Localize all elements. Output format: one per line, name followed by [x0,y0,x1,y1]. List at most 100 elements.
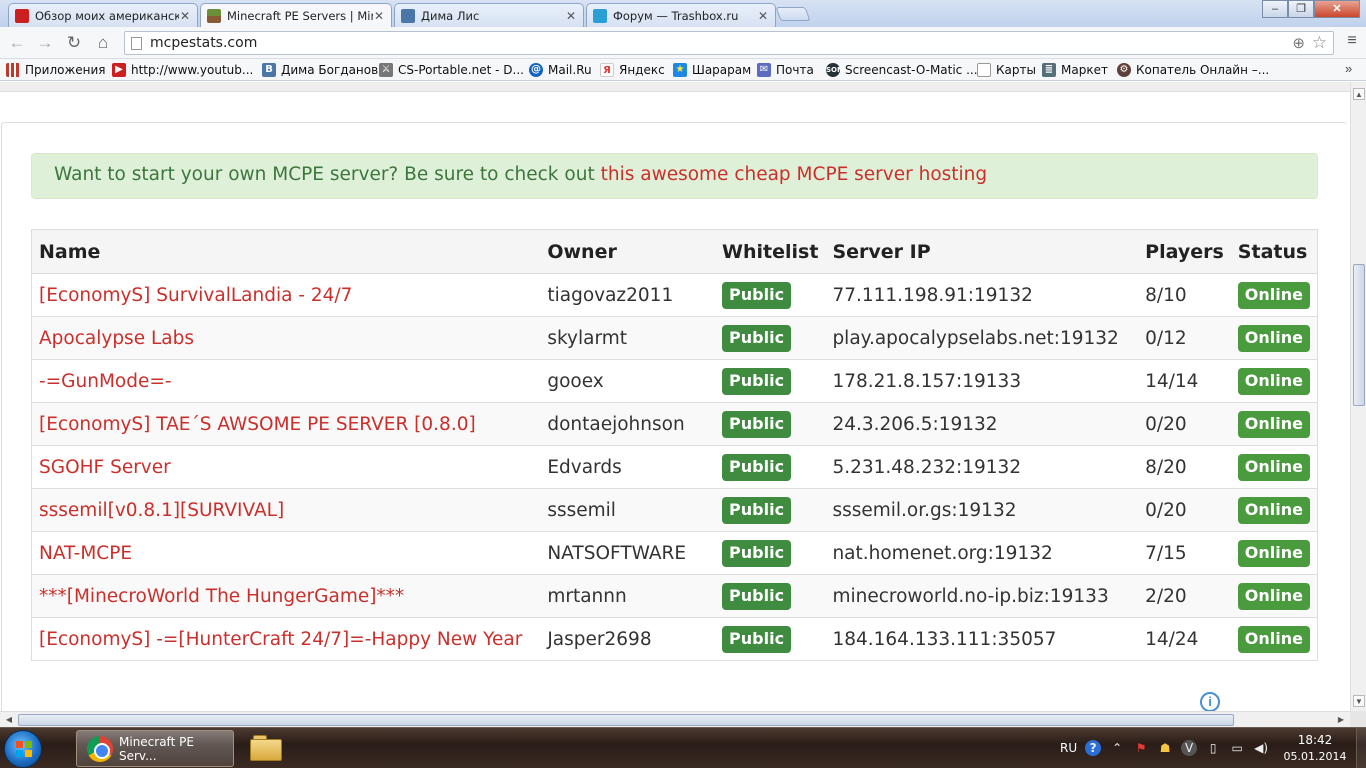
scroll-up-arrow-icon[interactable]: ▲ [1353,88,1365,100]
bookmark-kopatel[interactable]: ⚙ Копатель Онлайн –... [1117,62,1269,78]
bookmark-mail[interactable]: ✉ Почта [757,62,814,78]
table-header-row: Name Owner Whitelist Server IP Players S… [31,229,1318,274]
close-icon[interactable]: ✕ [757,9,769,23]
bookmark-youtube[interactable]: ▶ http://www.youtub... [112,62,253,78]
table-row: [EconomyS] -=[HunterCraft 24/7]=-Happy N… [31,617,1318,661]
bookmark-yandex[interactable]: Я Яндекс [600,62,665,78]
close-icon[interactable]: ✕ [373,9,385,23]
status-badge: Online [1237,582,1310,610]
server-name-link[interactable]: Apocalypse Labs [39,328,194,349]
bookmark-market[interactable]: ≣ Маркет [1042,62,1108,78]
bookmarks-more-icon[interactable]: » [1345,61,1352,76]
tab-trashbox[interactable]: Форум — Trashbox.ru ✕ [586,3,776,27]
ad-info-icon[interactable]: i [1200,692,1220,711]
bookmark-screencast[interactable]: SOM Screencast-O-Matic ... [826,62,978,78]
server-owner: NATSOFTWARE [540,531,716,575]
header-owner[interactable]: Owner [540,229,716,274]
tab-minecraft[interactable]: Minecraft PE Servers | Min ✕ [200,3,392,28]
bookmark-maps[interactable]: Карты [977,62,1036,78]
server-name-link[interactable]: [EconomyS] TAE´S AWSOME PE SERVER [0.8.0… [39,414,476,435]
language-indicator[interactable]: RU [1060,741,1077,755]
youtube-icon: ▶ [112,63,126,77]
maximize-button[interactable]: ❐ [1288,0,1314,18]
status-badge: Online [1237,539,1310,567]
server-name-link[interactable]: NAT-MCPE [39,543,132,564]
scroll-right-arrow-icon[interactable]: ▶ [1335,714,1347,726]
server-players: 0/20 [1138,488,1231,532]
header-server-ip[interactable]: Server IP [825,229,1139,274]
system-clock[interactable]: 18:42 05.01.2014 [1283,733,1347,763]
cs-icon: ⚔ [379,63,393,77]
forward-arrow-icon[interactable]: → [34,32,56,54]
header-whitelist[interactable]: Whitelist [715,229,826,274]
bookmark-label: Шарарам [692,63,752,77]
bookmark-label: Яндекс [619,63,665,77]
header-name[interactable]: Name [31,229,541,274]
minimize-button[interactable]: ‒ [1262,0,1288,18]
start-button[interactable] [4,730,42,768]
minecraft-icon [207,9,221,23]
tab-vk[interactable]: Дима Лис ✕ [394,3,584,27]
bookmark-cs-portable[interactable]: ⚔ CS-Portable.net - D... [379,62,524,78]
scrollbar-thumb[interactable] [18,714,1234,726]
server-ip: 24.3.206.5:19132 [825,402,1139,446]
bookmark-mailru[interactable]: @ Mail.Ru [529,62,592,78]
status-badge: Online [1237,367,1310,395]
yandex-icon: Я [600,63,614,77]
status-badge: Online [1237,453,1310,481]
volume-icon[interactable]: ◀) [1253,740,1269,756]
taskbar-chrome-button[interactable]: Minecraft PE Serv... [76,730,234,767]
scrollbar-thumb[interactable] [1353,264,1365,406]
removable-device-icon[interactable]: ▯ [1205,740,1221,756]
address-bar[interactable]: mcpestats.com ⊕ ☆ [124,31,1334,55]
taskbar-explorer-button[interactable] [250,733,284,763]
network-icon[interactable]: ▭ [1229,740,1245,756]
back-arrow-icon[interactable]: ← [6,32,28,54]
zoom-icon[interactable]: ⊕ [1292,34,1305,52]
show-desktop-button[interactable] [1356,728,1366,768]
bookmark-star-icon[interactable]: ☆ [1312,33,1327,53]
server-name-link[interactable]: SGOHF Server [39,457,171,478]
server-name-link[interactable]: -=GunMode=- [39,371,172,392]
close-icon[interactable]: ✕ [179,9,191,23]
antivirus-icon[interactable]: V [1181,740,1198,756]
reload-icon[interactable]: ↻ [63,32,85,54]
server-players: 14/24 [1138,617,1231,661]
tab-youtube[interactable]: Обзор моих американск ✕ [8,3,198,27]
scroll-down-arrow-icon[interactable]: ▼ [1353,695,1365,707]
vertical-scrollbar[interactable]: ▲ ▼ [1350,82,1366,711]
bookmark-vk[interactable]: B Дима Богданов [262,62,378,78]
horizontal-scrollbar[interactable]: ◀ ▶ [0,711,1350,727]
security-icon[interactable]: ☗ [1157,740,1173,756]
close-icon[interactable]: ✕ [565,9,577,23]
home-icon[interactable]: ⌂ [92,32,114,54]
new-tab-button[interactable] [775,7,811,21]
help-icon[interactable]: ? [1085,740,1102,756]
tray-expand-icon[interactable]: ⌃ [1109,740,1125,756]
server-name-link[interactable]: [EconomyS] SurvivalLandia - 24/7 [39,285,352,306]
header-status[interactable]: Status [1230,229,1318,274]
whitelist-badge: Public [722,281,792,309]
server-players: 0/20 [1138,402,1231,446]
bookmark-shararam[interactable]: ★ Шарарам [673,62,751,78]
bookmark-apps[interactable]: Приложения [6,62,106,78]
action-center-flag-icon[interactable]: ⚑ [1133,740,1149,756]
close-window-button[interactable]: ✕ [1314,0,1360,18]
youtube-icon [15,8,29,23]
page-icon [977,63,991,77]
server-name-link[interactable]: [EconomyS] -=[HunterCraft 24/7]=-Happy N… [39,629,522,650]
bookmark-label: Почта [776,63,814,77]
tab-title: Дима Лис [421,8,480,23]
scroll-left-arrow-icon[interactable]: ◀ [3,714,15,726]
server-players: 14/14 [1138,359,1231,403]
vk-icon: B [262,63,276,77]
server-name-link[interactable]: ***[MinecroWorld The HungerGame]*** [39,586,404,607]
server-owner: Edvards [540,445,716,489]
server-name-link[interactable]: sssemil[v0.8.1][SURVIVAL] [39,500,284,521]
hosting-link[interactable]: this awesome cheap MCPE server hosting [601,164,988,185]
table-row: [EconomyS] SurvivalLandia - 24/7 tiagova… [31,273,1318,317]
market-icon: ≣ [1042,63,1056,77]
header-players[interactable]: Players [1138,229,1231,274]
chrome-menu-icon[interactable]: ≡ [1344,32,1360,50]
whitelist-badge: Public [722,324,792,352]
